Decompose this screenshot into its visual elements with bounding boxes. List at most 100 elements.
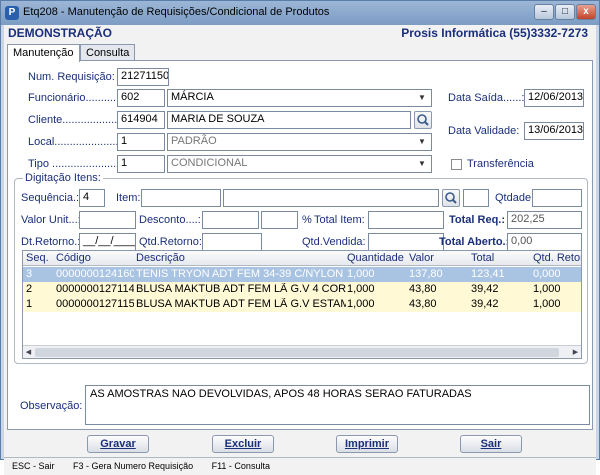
scroll-left-icon[interactable]: ◀ (23, 347, 34, 358)
dt-retorno-field[interactable]: __/__/____ (79, 233, 136, 251)
search-item-button[interactable] (442, 189, 460, 207)
data-validade-field[interactable]: 13/06/2013 (524, 122, 584, 140)
digitacao-itens-group: Digitação Itens: Sequência.: 4 Item: Qtd… (14, 172, 588, 364)
qtdade-label: Qtdade: (495, 192, 535, 204)
pct-label: % (302, 214, 312, 226)
client-area: DEMONSTRAÇÃO Prosis Informática (55)3332… (4, 25, 596, 475)
chevron-down-icon: ▼ (418, 93, 426, 102)
digitacao-itens-title: Digitação Itens: (23, 172, 103, 184)
valor-unit-label: Valor Unit...: (21, 214, 81, 226)
total-req-label: Total Req.: (449, 214, 506, 226)
item-description-field[interactable] (223, 189, 439, 207)
cell-descricao: TENIS TRYON ADT FEM 34-39 C/NYLON GF (136, 268, 346, 280)
col-quantidade[interactable]: Quantidade (347, 252, 404, 264)
company-contact: Prosis Informática (55)3332-7273 (401, 26, 588, 40)
cell-seq: 1 (26, 298, 33, 310)
qtd-vendida-field[interactable] (368, 233, 444, 251)
item-code-field[interactable] (141, 189, 221, 207)
title-bar: P Etq208 - Manutenção de Requisições/Con… (1, 1, 599, 25)
cell-codigo: 0000000127114 (56, 283, 134, 295)
desconto-field[interactable] (202, 211, 259, 229)
local-select[interactable]: PADRÃO ▼ (167, 133, 432, 151)
funcionario-name: MÁRCIA (171, 91, 214, 103)
col-total[interactable]: Total (471, 252, 494, 264)
total-item-field[interactable] (368, 211, 444, 229)
funcionario-select[interactable]: MÁRCIA ▼ (167, 89, 432, 107)
close-button[interactable]: x (576, 4, 596, 20)
valor-unit-field[interactable] (79, 211, 136, 229)
sair-button[interactable]: Sair (460, 435, 522, 453)
tab-consulta[interactable]: Consulta (80, 44, 136, 61)
items-table: Seq. Código Descrição Quantidade Valor T… (22, 250, 582, 359)
cliente-code-field[interactable]: 614904 (117, 111, 165, 129)
main-window: P Etq208 - Manutenção de Requisições/Con… (0, 0, 600, 475)
table-row[interactable]: 2 0000000127114 BLUSA MAKTUB ADT FEM LÃ … (23, 282, 581, 297)
horizontal-scrollbar[interactable]: ◀ ▶ (23, 345, 581, 358)
qtd-retorno-label: Qtd.Retorno: (139, 236, 202, 248)
imprimir-button[interactable]: Imprimir (336, 435, 398, 453)
cell-total: 39,42 (471, 298, 499, 310)
chevron-down-icon: ▼ (418, 159, 426, 168)
tipo-code-field[interactable]: 1 (117, 155, 165, 173)
col-descricao[interactable]: Descrição (136, 252, 185, 264)
desconto-pct-field[interactable] (261, 211, 298, 229)
transferencia-checkbox[interactable] (451, 159, 462, 170)
transferencia-label: Transferência (467, 158, 534, 170)
action-bar: Gravar Excluir Imprimir Sair (7, 432, 593, 456)
scrollbar-thumb[interactable] (35, 348, 559, 357)
funcionario-label: Funcionário..........: (28, 92, 120, 104)
maximize-button[interactable]: □ (555, 4, 575, 20)
num-requisicao-field[interactable]: 21271150 (117, 68, 169, 86)
num-requisicao-label: Num. Requisição: (28, 71, 115, 83)
table-row[interactable]: 1 0000000127115 BLUSA MAKTUB ADT FEM LÃ … (23, 297, 581, 312)
excluir-button[interactable]: Excluir (212, 435, 274, 453)
scroll-right-icon[interactable]: ▶ (570, 347, 581, 358)
search-icon (445, 192, 457, 204)
minimize-button[interactable]: – (534, 4, 554, 20)
cell-qtd-retorno: 0,000 (533, 268, 561, 280)
col-qtd-retorno[interactable]: Qtd. Retorn (533, 252, 581, 264)
col-seq[interactable]: Seq. (26, 252, 49, 264)
gravar-button[interactable]: Gravar (87, 435, 149, 453)
local-label: Local........................: (28, 136, 131, 148)
qtd-vendida-label: Qtd.Vendida: (302, 236, 366, 248)
window-title: Etq208 - Manutenção de Requisições/Condi… (23, 6, 330, 18)
table-header: Seq. Código Descrição Quantidade Valor T… (23, 251, 581, 266)
cell-valor: 137,80 (409, 268, 443, 280)
table-row[interactable]: 3 0000000124160 TENIS TRYON ADT FEM 34-3… (23, 267, 581, 282)
company-label: DEMONSTRAÇÃO (8, 26, 112, 40)
qtdade-field[interactable] (532, 189, 582, 207)
cliente-name-field[interactable]: MARIA DE SOUZA (167, 111, 411, 129)
cell-quantidade: 1,000 (347, 298, 375, 310)
observacao-label: Observação: (20, 400, 83, 412)
status-esc: ESC - Sair (12, 461, 55, 471)
data-saida-field[interactable]: 12/06/2013 (524, 89, 584, 107)
total-req-field: 202,25 (507, 211, 582, 229)
status-f11: F11 - Consulta (211, 461, 270, 471)
cell-quantidade: 1,000 (347, 283, 375, 295)
funcionario-code-field[interactable]: 602 (117, 89, 165, 107)
chevron-down-icon: ▼ (418, 137, 426, 146)
tipo-select[interactable]: CONDICIONAL ▼ (167, 155, 432, 173)
cell-descricao: BLUSA MAKTUB ADT FEM LÃ G.V 4 CORES (136, 283, 346, 295)
status-f3: F3 - Gera Numero Requisição (73, 461, 194, 471)
cell-qtd-retorno: 1,000 (533, 298, 561, 310)
col-codigo[interactable]: Código (56, 252, 91, 264)
qtd-retorno-field[interactable] (202, 233, 262, 251)
tab-manutencao[interactable]: Manutenção (7, 44, 80, 62)
cell-descricao: BLUSA MAKTUB ADT FEM LÃ G.V ESTAMP (136, 298, 346, 310)
sequencia-field[interactable]: 4 (79, 189, 105, 207)
observacao-field[interactable]: AS AMOSTRAS NAO DEVOLVIDAS, APOS 48 HORA… (85, 385, 590, 425)
col-valor[interactable]: Valor (409, 252, 434, 264)
item-extra-field[interactable] (463, 189, 489, 207)
local-code-field[interactable]: 1 (117, 133, 165, 151)
header-bar: DEMONSTRAÇÃO Prosis Informática (55)3332… (4, 25, 596, 43)
search-icon (417, 114, 429, 126)
tipo-name: CONDICIONAL (171, 157, 248, 169)
item-label: Item: (116, 192, 141, 204)
search-cliente-button[interactable] (414, 111, 432, 129)
cliente-label: Cliente.....................: (28, 114, 130, 126)
cell-seq: 3 (26, 268, 33, 280)
sequencia-label: Sequência.: (21, 192, 80, 204)
cell-total: 123,41 (471, 268, 505, 280)
